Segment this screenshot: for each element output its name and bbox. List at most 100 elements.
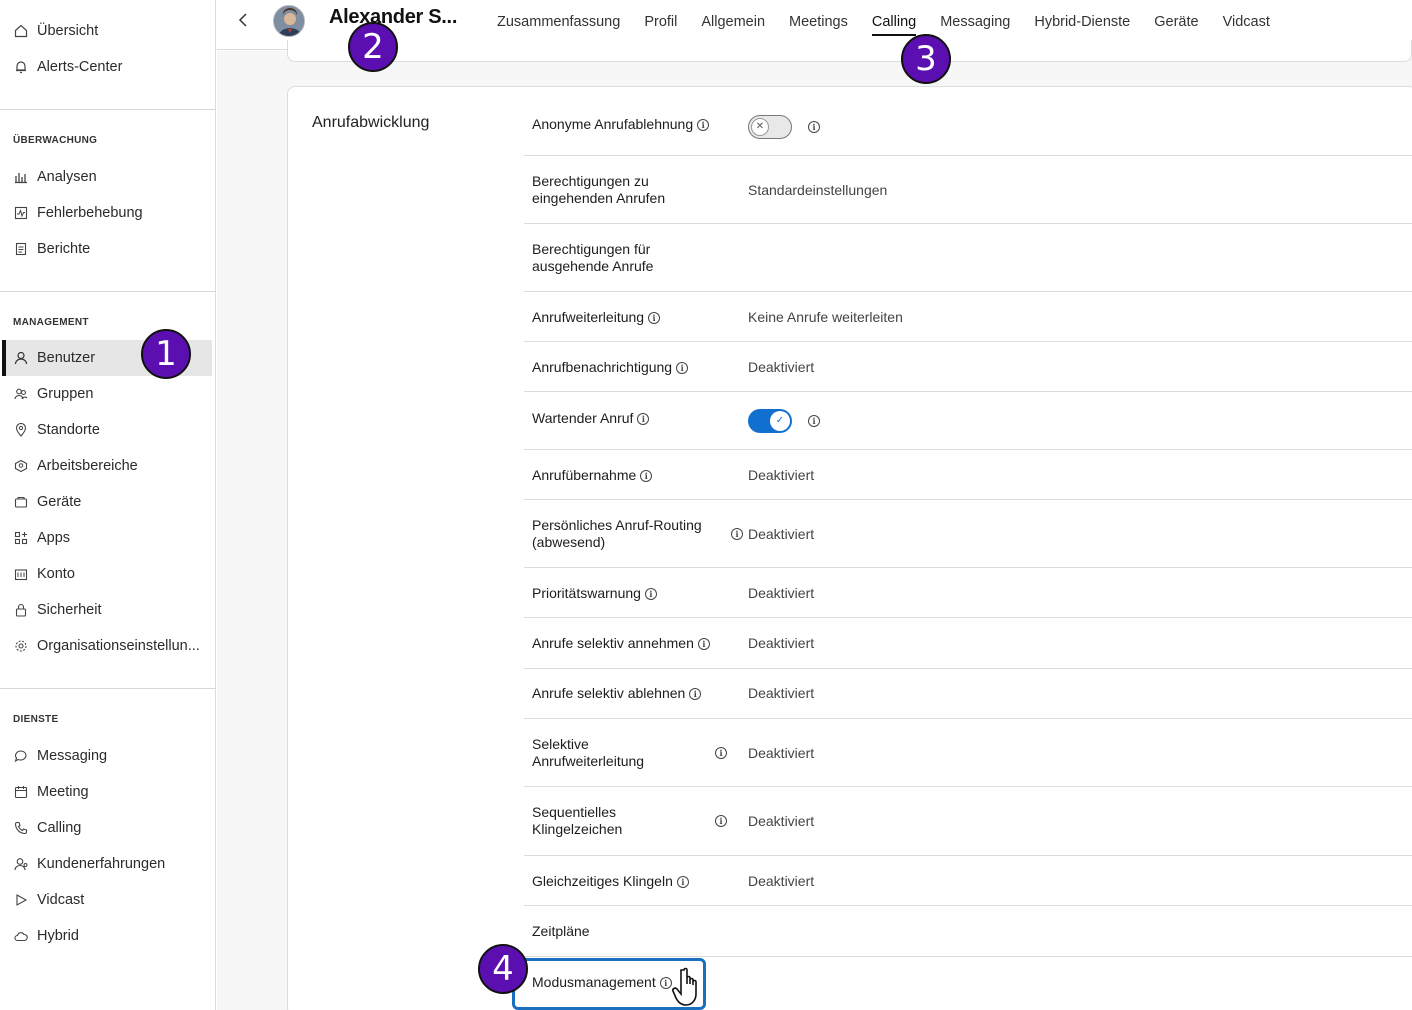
sidebar-item-gruppen[interactable]: Gruppen (2, 376, 212, 412)
sidebar-item-apps[interactable]: Apps (2, 520, 212, 556)
home-icon (13, 23, 29, 39)
back-button[interactable] (233, 10, 253, 30)
sidebar-item-fehlerbehebung[interactable]: Fehlerbehebung (2, 195, 212, 231)
setting-value: Deaktiviert (748, 635, 815, 651)
setting-label: Sequentielles Klingelzeichen (532, 804, 623, 837)
info-icon[interactable]: i (676, 876, 689, 889)
setting-row-sequentielles-klingelzeichen[interactable]: Sequentielles Klingelzeichen i Deaktivie… (524, 787, 1412, 856)
sidebar-item-messaging[interactable]: Messaging (2, 738, 212, 774)
sidebar-item-arbeitsbereiche[interactable]: Arbeitsbereiche (2, 448, 212, 484)
hand-pointer-icon (672, 967, 697, 1006)
info-icon[interactable]: i (689, 688, 702, 701)
sidebar-item-geraete[interactable]: Geräte (2, 484, 212, 520)
cloud-icon (13, 928, 29, 944)
avatar (273, 5, 305, 37)
setting-label: Anrufübernahme (532, 467, 637, 483)
setting-value: Deaktiviert (748, 526, 815, 542)
info-icon[interactable]: i (648, 312, 661, 325)
setting-value: Deaktiviert (748, 467, 815, 483)
gear-icon (13, 638, 29, 654)
play-icon (13, 892, 29, 908)
sidebar-item-label: Geräte (37, 494, 82, 510)
location-pin-icon (13, 422, 29, 438)
setting-row-eingehende-anrufe[interactable]: Berechtigungen zu eingehenden Anrufen St… (524, 156, 1412, 224)
workspace-icon (13, 458, 29, 474)
section-title-management: MANAGEMENT (13, 317, 89, 328)
setting-value: Deaktiviert (748, 585, 815, 601)
setting-row-anrufuebernahme[interactable]: Anrufübernahme i Deaktiviert (524, 450, 1412, 500)
sidebar-item-label: Übersicht (37, 23, 99, 39)
apps-icon (13, 530, 29, 546)
step-badge-4: 4 (478, 944, 528, 994)
sidebar-item-label: Analysen (37, 169, 97, 185)
sidebar-item-konto[interactable]: Konto (2, 556, 212, 592)
sidebar-item-label: Standorte (37, 422, 100, 438)
info-icon[interactable]: i (697, 119, 710, 132)
anonymous-rejection-toggle[interactable]: ✕ (748, 115, 792, 139)
step-badge-1: 1 (141, 329, 191, 379)
setting-row-ausgehende-anrufe[interactable]: Berechtigungen für ausgehende Anrufe (524, 224, 1412, 292)
sidebar-item-label: Berichte (37, 241, 91, 257)
customer-icon (13, 856, 29, 872)
step-badge-2: 2 (348, 22, 398, 72)
setting-row-anrufweiterleitung[interactable]: Anrufweiterleitung i Keine Anrufe weiterl… (524, 292, 1412, 342)
sidebar-item-meeting[interactable]: Meeting (2, 774, 212, 810)
setting-row-persoenliches-routing[interactable]: Persönliches Anruf-Routing (abwesend) i … (524, 500, 1412, 568)
sidebar-item-calling[interactable]: Calling (2, 810, 212, 846)
setting-row-prioritaetswarnung[interactable]: Prioritätswarnung i Deaktiviert (524, 568, 1412, 618)
user-name: Alexander S... (329, 6, 458, 28)
info-icon[interactable]: i (715, 815, 727, 827)
info-icon[interactable]: i (808, 121, 820, 133)
info-icon[interactable]: i (640, 470, 653, 483)
close-icon: ✕ (751, 118, 769, 136)
sidebar-item-kundenerfahrungen[interactable]: Kundenerfahrungen (2, 846, 212, 882)
sidebar-item-label: Meeting (37, 784, 89, 800)
setting-row-anrufbenachrichtigung[interactable]: Anrufbenachrichtigung i Deaktiviert (524, 342, 1412, 392)
setting-label: Wartender Anruf (532, 410, 634, 426)
sidebar-item-label: Gruppen (37, 386, 94, 402)
setting-row-gleichzeitiges-klingeln[interactable]: Gleichzeitiges Klingeln i Deaktiviert (524, 856, 1412, 906)
call-waiting-toggle[interactable]: ✓ (748, 409, 792, 433)
sidebar-item-label: Benutzer (37, 350, 96, 366)
user-icon (13, 350, 29, 366)
sidebar-item-label: Konto (37, 566, 75, 582)
info-icon[interactable]: i (637, 413, 650, 426)
setting-row-selektiv-annehmen[interactable]: Anrufe selektiv annehmen i Deaktiviert (524, 618, 1412, 669)
sidebar-item-hybrid[interactable]: Hybrid (2, 918, 212, 954)
section-title-ueberwachung: ÜBERWACHUNG (13, 135, 98, 146)
setting-row-zeitplaene[interactable]: Zeitpläne (524, 906, 1412, 957)
setting-value: Deaktiviert (748, 813, 815, 829)
info-icon[interactable]: i (731, 528, 743, 540)
info-icon[interactable]: i (697, 638, 710, 651)
info-icon[interactable]: i (676, 362, 689, 375)
sidebar-item-organisationseinstellungen[interactable]: Organisationseinstellun... (2, 628, 212, 664)
setting-label: Anonyme Anrufablehnung (532, 116, 694, 132)
setting-label: Zeitpläne (532, 923, 590, 939)
info-icon[interactable]: i (715, 747, 727, 759)
sidebar-item-berichte[interactable]: Berichte (2, 231, 212, 267)
chevron-left-icon (238, 13, 247, 27)
sidebar-divider (0, 109, 216, 110)
bell-icon (13, 59, 29, 75)
setting-value: Deaktiviert (748, 873, 815, 889)
setting-label: Berechtigungen für ausgehende Anrufe (532, 241, 654, 274)
setting-row-selektiv-ablehnen[interactable]: Anrufe selektiv ablehnen i Deaktiviert (524, 669, 1412, 719)
setting-row-selektive-weiterleitung[interactable]: Selektive Anrufweiterleitung i Deaktivie… (524, 719, 1412, 787)
sidebar-item-label: Vidcast (37, 892, 85, 908)
sidebar-item-standorte[interactable]: Standorte (2, 412, 212, 448)
info-icon[interactable]: i (644, 588, 657, 601)
sidebar-item-alerts-center[interactable]: Alerts-Center (2, 49, 212, 85)
previous-card (287, 40, 1412, 62)
document-icon (13, 241, 29, 257)
sidebar-item-label: Messaging (37, 748, 108, 764)
sidebar-item-analysen[interactable]: Analysen (2, 159, 212, 195)
sidebar-item-sicherheit[interactable]: Sicherheit (2, 592, 212, 628)
sidebar-item-vidcast[interactable]: Vidcast (2, 882, 212, 918)
section-title: Anrufabwicklung (312, 114, 430, 131)
group-icon (13, 386, 29, 402)
sidebar: Übersicht Alerts-Center ÜBERWACHUNG Anal… (0, 0, 216, 1010)
setting-label: Prioritätswarnung (532, 585, 641, 601)
sidebar-item-uebersicht[interactable]: Übersicht (2, 13, 212, 49)
info-icon[interactable]: i (808, 415, 820, 427)
setting-label: Anrufbenachrichtigung (532, 359, 673, 375)
